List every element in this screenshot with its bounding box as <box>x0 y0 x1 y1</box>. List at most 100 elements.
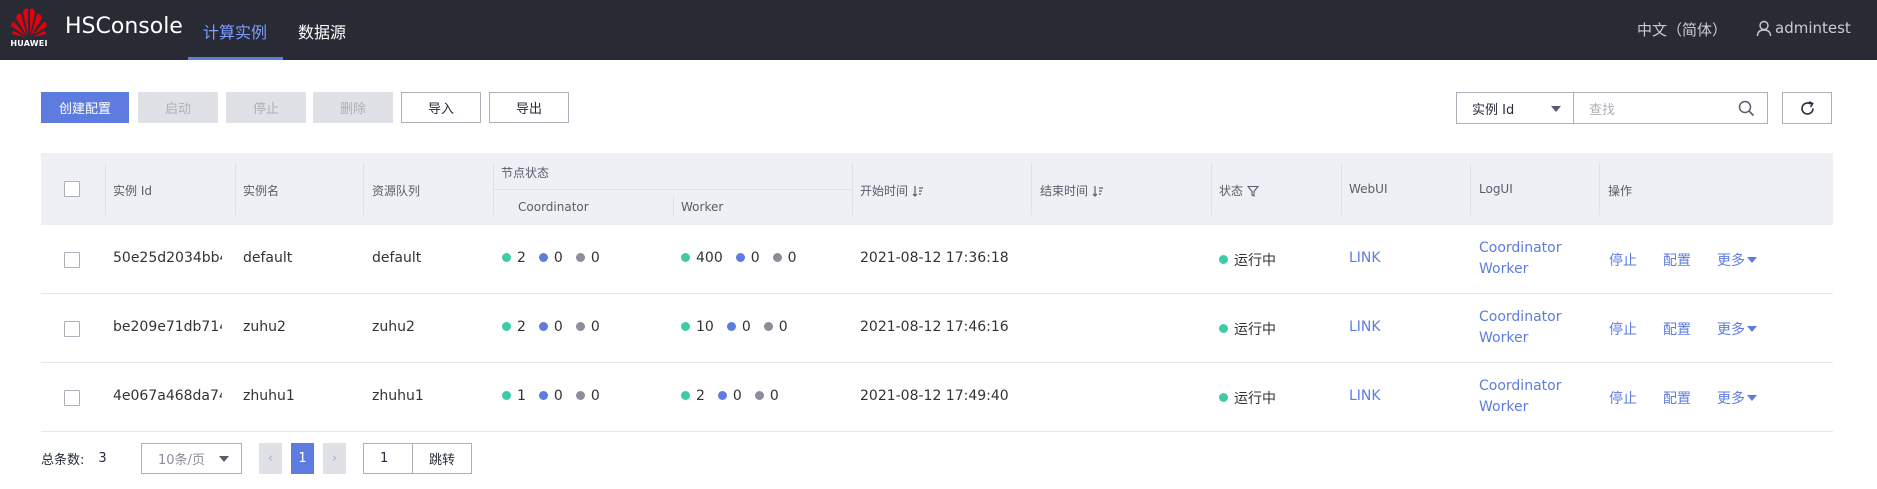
column-header-webui: WebUI <box>1349 182 1388 196</box>
end-time-label: 结束时间 <box>1040 184 1089 198</box>
filter-icon[interactable] <box>1247 185 1260 197</box>
chevron-down-icon <box>1747 257 1757 263</box>
prev-page-button[interactable]: ‹ <box>259 443 282 474</box>
row-stop-button[interactable]: 停止 <box>1609 319 1637 339</box>
coordinator-stopped: 0 <box>590 250 600 266</box>
start-time-label: 开始时间 <box>860 184 909 198</box>
stopped-dot-icon <box>754 390 764 400</box>
log-coordinator-link[interactable]: Coordinator <box>1479 309 1561 325</box>
page-size-select[interactable]: 10条/页 <box>141 443 242 474</box>
row-checkbox[interactable] <box>64 390 80 406</box>
coordinator-stopped: 0 <box>590 388 600 404</box>
stopped-dot-icon <box>575 390 585 400</box>
coordinator-starting: 0 <box>553 319 563 335</box>
column-header-logui: LogUI <box>1479 182 1513 196</box>
row-config-button[interactable]: 配置 <box>1663 388 1691 408</box>
jump-button[interactable]: 跳转 <box>412 443 472 474</box>
table-row: 50e25d2034bb43 default default 2 0 0 400… <box>41 225 1833 294</box>
column-header-start-time[interactable]: 开始时间 <box>860 182 924 199</box>
export-button[interactable]: 导出 <box>489 92 569 123</box>
row-stop-button[interactable]: 停止 <box>1609 250 1637 270</box>
total-count-label: 总条数: <box>41 453 85 468</box>
refresh-button[interactable] <box>1782 92 1832 124</box>
log-coordinator-link[interactable]: Coordinator <box>1479 240 1561 256</box>
search-field-select[interactable]: 实例 Id <box>1456 92 1574 124</box>
status-text: 运行中 <box>1234 322 1276 338</box>
column-divider <box>1470 163 1471 215</box>
jump-page-input[interactable]: 1 <box>363 443 413 474</box>
status-text: 运行中 <box>1234 391 1276 407</box>
tab-compute-instances[interactable]: 计算实例 <box>203 19 267 43</box>
column-header-instance-name: 实例名 <box>243 184 280 198</box>
log-worker-link[interactable]: Worker <box>1479 330 1528 346</box>
chevron-left-icon: ‹ <box>267 451 274 466</box>
table-row: 4e067a468da748 zhuhu1 zhuhu1 1 0 0 2 0 0… <box>41 363 1833 432</box>
search-placeholder: 查找 <box>1589 102 1616 118</box>
user-menu[interactable]: admintest <box>1756 19 1851 37</box>
running-status-icon <box>1219 254 1228 264</box>
column-header-end-time[interactable]: 结束时间 <box>1040 182 1104 199</box>
worker-node-counts: 2 0 0 <box>681 388 779 404</box>
worker-stopped: 0 <box>769 388 779 404</box>
delete-button[interactable]: 删除 <box>313 92 393 123</box>
next-page-button[interactable]: › <box>323 443 346 474</box>
user-icon <box>1756 20 1772 36</box>
row-more-menu[interactable]: 更多 <box>1717 388 1757 408</box>
webui-link[interactable]: LINK <box>1349 388 1381 404</box>
start-button[interactable]: 启动 <box>138 92 218 123</box>
select-all-checkbox[interactable] <box>64 181 80 197</box>
coordinator-node-counts: 2 0 0 <box>502 250 600 266</box>
sort-icon[interactable] <box>912 185 924 197</box>
webui-link[interactable]: LINK <box>1349 250 1381 266</box>
logo-wordmark: HUAWEI <box>10 39 48 48</box>
search-input[interactable]: 查找 <box>1573 92 1768 124</box>
coordinator-running: 2 <box>517 319 526 335</box>
status-badge: 运行中 <box>1219 319 1276 339</box>
create-config-button[interactable]: 创建配置 <box>41 92 129 123</box>
language-switcher[interactable]: 中文（简体） <box>1637 19 1727 40</box>
log-worker-link[interactable]: Worker <box>1479 261 1528 277</box>
start-time: 2021-08-12 17:49:40 <box>860 388 1009 404</box>
column-divider <box>852 163 853 215</box>
row-stop-button[interactable]: 停止 <box>1609 388 1637 408</box>
webui-link[interactable]: LINK <box>1349 319 1381 335</box>
stop-button[interactable]: 停止 <box>226 92 306 123</box>
search-icon[interactable] <box>1738 100 1755 117</box>
import-button[interactable]: 导入 <box>401 92 481 123</box>
page-number-button[interactable]: 1 <box>291 443 314 474</box>
row-config-button[interactable]: 配置 <box>1663 319 1691 339</box>
running-dot-icon <box>502 252 511 262</box>
row-config-button[interactable]: 配置 <box>1663 250 1691 270</box>
log-worker-link[interactable]: Worker <box>1479 399 1528 415</box>
table-row: be209e71db714a zuhu2 zuhu2 2 0 0 10 0 0 … <box>41 294 1833 363</box>
row-more-menu[interactable]: 更多 <box>1717 319 1757 339</box>
coordinator-running: 1 <box>517 388 526 404</box>
coordinator-stopped: 0 <box>590 319 600 335</box>
status-text: 运行中 <box>1234 253 1276 269</box>
resource-queue: zuhu2 <box>372 319 415 335</box>
top-navigation-bar: HUAWEI HSConsole 计算实例 数据源 中文（简体） adminte… <box>0 0 1877 60</box>
running-dot-icon <box>502 321 511 331</box>
log-coordinator-link[interactable]: Coordinator <box>1479 378 1561 394</box>
table-header: 实例 Id 实例名 资源队列 节点状态 Coordinator Worker 开… <box>41 153 1833 225</box>
status-badge: 运行中 <box>1219 250 1276 270</box>
column-header-node-status: 节点状态 <box>501 166 550 180</box>
header-group-divider <box>493 189 852 190</box>
row-checkbox[interactable] <box>64 252 80 268</box>
row-checkbox[interactable] <box>64 321 80 337</box>
resource-queue: zhuhu1 <box>372 388 424 404</box>
stopped-dot-icon <box>575 321 585 331</box>
instance-id: 4e067a468da748 <box>113 388 222 404</box>
column-header-instance-id: 实例 Id <box>113 184 152 198</box>
stopped-dot-icon <box>763 321 773 331</box>
column-divider <box>1341 163 1342 215</box>
row-more-menu[interactable]: 更多 <box>1717 250 1757 270</box>
resource-queue: default <box>372 250 422 266</box>
tab-data-sources[interactable]: 数据源 <box>298 19 346 43</box>
coordinator-starting: 0 <box>553 250 563 266</box>
sort-icon[interactable] <box>1092 185 1104 197</box>
start-time: 2021-08-12 17:46:16 <box>860 319 1009 335</box>
column-header-status[interactable]: 状态 <box>1219 182 1260 199</box>
coordinator-running: 2 <box>517 250 526 266</box>
worker-node-counts: 10 0 0 <box>681 319 788 335</box>
